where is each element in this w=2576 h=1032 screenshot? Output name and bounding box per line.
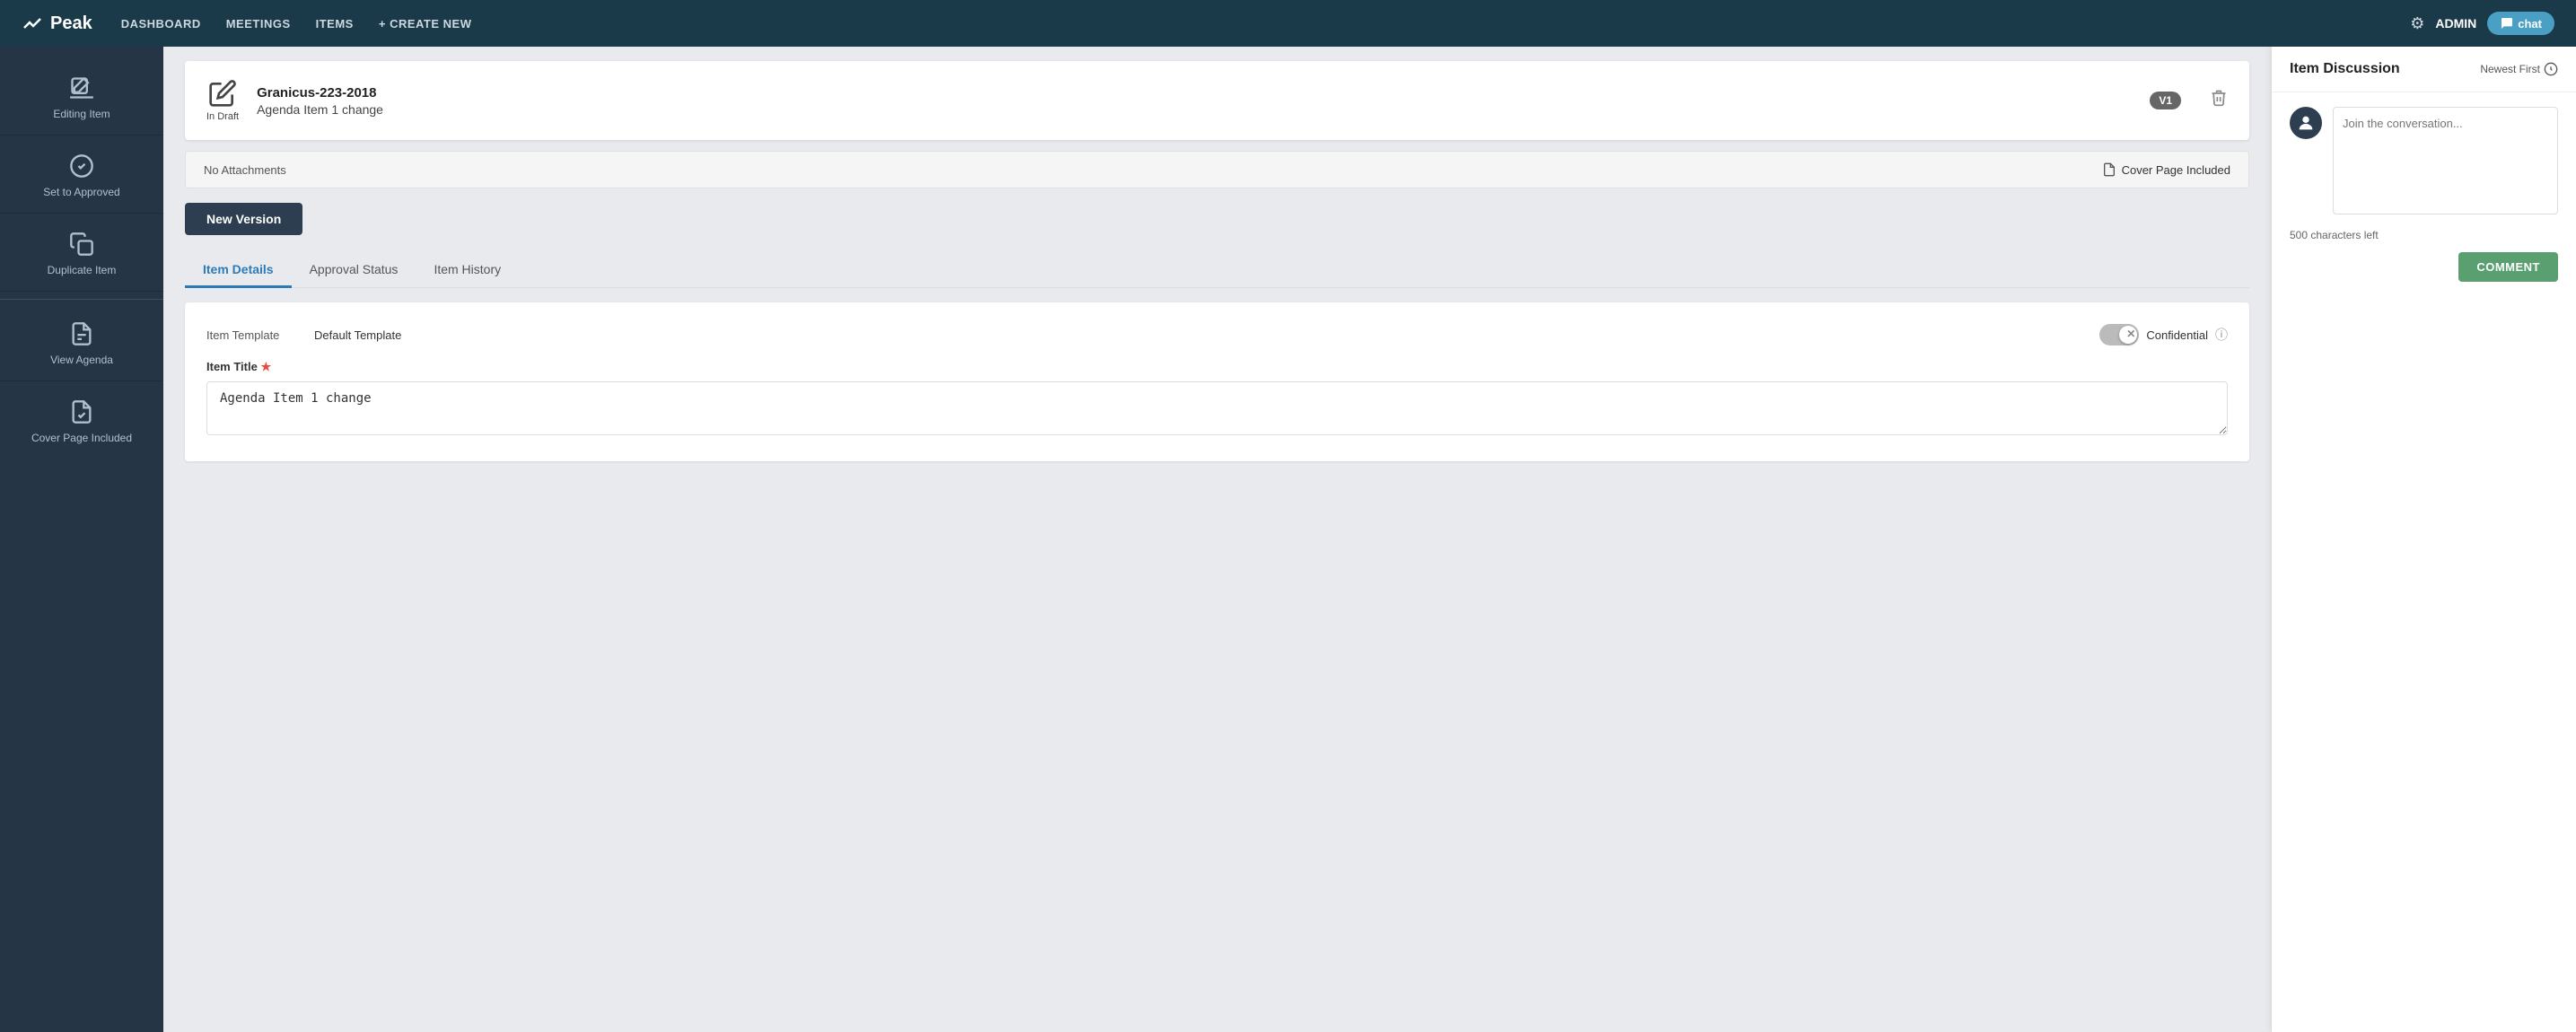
discussion-body: 500 characters left COMMENT bbox=[2272, 92, 2576, 1032]
app-logo[interactable]: Peak bbox=[22, 13, 92, 34]
edit-icon bbox=[69, 75, 94, 101]
tab-item-details[interactable]: Item Details bbox=[185, 253, 292, 288]
required-star: ★ bbox=[260, 360, 271, 373]
cover-page-icon bbox=[2102, 162, 2116, 177]
chars-left-label: 500 characters left bbox=[2290, 229, 2558, 241]
settings-icon[interactable]: ⚙ bbox=[2410, 14, 2424, 33]
discussion-title: Item Discussion bbox=[2290, 61, 2400, 77]
top-navigation: Peak DASHBOARD MEETINGS ITEMS + CREATE N… bbox=[0, 0, 2576, 47]
nav-meetings[interactable]: MEETINGS bbox=[226, 13, 291, 34]
item-details-form: Item Template Default Template ✕ Confide… bbox=[185, 302, 2249, 461]
template-value: Default Template bbox=[314, 328, 401, 342]
title-input[interactable]: Agenda Item 1 change bbox=[206, 381, 2228, 435]
confidential-toggle[interactable]: ✕ bbox=[2099, 324, 2139, 345]
nav-dashboard[interactable]: DASHBOARD bbox=[121, 13, 201, 34]
version-badge: V1 bbox=[2150, 92, 2181, 109]
nav-links: DASHBOARD MEETINGS ITEMS + CREATE NEW bbox=[121, 13, 472, 34]
sidebar-item-cover-page-included[interactable]: Cover Page Included bbox=[0, 385, 163, 459]
toggle-x-icon: ✕ bbox=[2126, 328, 2135, 340]
item-status-icon: In Draft bbox=[206, 79, 239, 122]
comment-button[interactable]: COMMENT bbox=[2458, 252, 2558, 282]
confidential-label: Confidential bbox=[2146, 328, 2208, 342]
nav-right-section: ⚙ ADMIN chat bbox=[2410, 12, 2554, 35]
toggle-track[interactable]: ✕ bbox=[2099, 324, 2139, 345]
tabs-bar: Item Details Approval Status Item Histor… bbox=[185, 253, 2249, 288]
admin-label: ADMIN bbox=[2435, 16, 2476, 31]
comment-input[interactable] bbox=[2333, 107, 2558, 214]
new-version-button[interactable]: New Version bbox=[185, 203, 302, 235]
template-label: Item Template bbox=[206, 328, 314, 342]
item-id: Granicus-223-2018 bbox=[257, 85, 2132, 101]
attachments-bar: No Attachments Cover Page Included bbox=[185, 151, 2249, 188]
sidebar-divider bbox=[0, 299, 163, 300]
sidebar-item-duplicate-item[interactable]: Duplicate Item bbox=[0, 217, 163, 292]
user-avatar-icon bbox=[2296, 113, 2316, 133]
sort-icon bbox=[2544, 62, 2558, 76]
title-field: Item Title ★ Agenda Item 1 change bbox=[206, 360, 2228, 440]
check-circle-icon bbox=[69, 153, 94, 179]
chat-button[interactable]: chat bbox=[2487, 12, 2554, 35]
discussion-header: Item Discussion Newest First bbox=[2272, 47, 2576, 92]
delete-item-button[interactable] bbox=[2210, 89, 2228, 112]
comment-input-row bbox=[2290, 107, 2558, 214]
item-name: Agenda Item 1 change bbox=[257, 102, 2132, 117]
no-attachments-label: No Attachments bbox=[204, 163, 286, 177]
file-alt-icon bbox=[69, 321, 94, 346]
sidebar-item-view-agenda[interactable]: View Agenda bbox=[0, 307, 163, 381]
avatar bbox=[2290, 107, 2322, 139]
tab-approval-status[interactable]: Approval Status bbox=[292, 253, 416, 288]
tab-item-history[interactable]: Item History bbox=[416, 253, 519, 288]
sort-newest-first[interactable]: Newest First bbox=[2480, 62, 2558, 76]
help-icon[interactable]: ⓘ bbox=[2215, 326, 2228, 344]
template-row: Item Template Default Template ✕ Confide… bbox=[206, 324, 2228, 345]
file-check-icon bbox=[69, 399, 94, 424]
sidebar-item-set-to-approved[interactable]: Set to Approved bbox=[0, 139, 163, 214]
right-panel: Item Discussion Newest First 500 bbox=[2271, 47, 2576, 1032]
copy-icon bbox=[69, 232, 94, 257]
cover-page-included-badge: Cover Page Included bbox=[2102, 162, 2230, 177]
main-content: In Draft Granicus-223-2018 Agenda Item 1… bbox=[163, 47, 2271, 1032]
pencil-square-icon bbox=[208, 79, 237, 108]
title-field-label: Item Title ★ bbox=[206, 360, 2228, 374]
item-meta: Granicus-223-2018 Agenda Item 1 change bbox=[257, 85, 2132, 117]
nav-items[interactable]: ITEMS bbox=[316, 13, 354, 34]
item-card: In Draft Granicus-223-2018 Agenda Item 1… bbox=[185, 61, 2249, 140]
confidential-row: ✕ Confidential ⓘ bbox=[2099, 324, 2228, 345]
nav-create-new[interactable]: + CREATE NEW bbox=[379, 13, 472, 34]
main-layout: Editing Item Set to Approved Duplicate I… bbox=[0, 47, 2576, 1032]
sidebar: Editing Item Set to Approved Duplicate I… bbox=[0, 47, 163, 1032]
sidebar-item-editing-item[interactable]: Editing Item bbox=[0, 61, 163, 136]
